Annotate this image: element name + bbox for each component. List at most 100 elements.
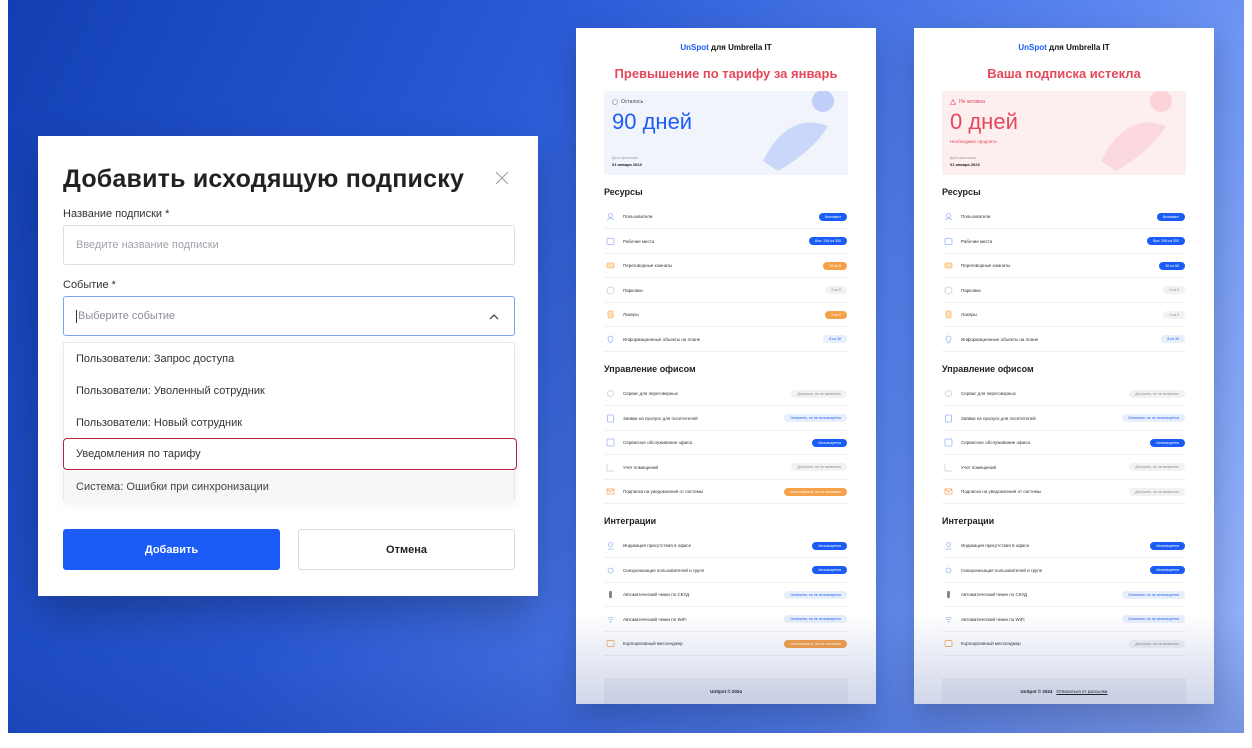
email-heading: Ваша подписка истекла [987,66,1141,81]
meeting-service-icon [945,390,952,397]
feature-label: Сервис для переговорных [961,391,1016,396]
feature-label: Рабочие места [961,238,993,244]
renew-note: Необходимо продлить [950,139,997,144]
decorative-shape-icon [1101,91,1172,171]
add-subscription-modal: Добавить исходящую подписку Название под… [38,136,538,596]
feature-row: Информационные объекты на плане 8 из 30 [942,328,1186,352]
cancel-button[interactable]: Отмена [298,529,515,570]
email-heading: Превышение по тарифу за январь [614,66,838,81]
feature-row: Сервисное обслуживание офиса Используется [604,431,848,455]
status-badge: Используется, но не оплачено [784,487,847,496]
email-footer: UnSpot © 2024 [604,678,848,704]
messenger-icon [944,640,953,647]
end-date-value: 01 января 2023 [612,162,642,167]
feature-row: Синхронизация пользователей и групп Испол… [604,559,848,583]
event-dropdown: Пользователи: Запрос доступа Пользовател… [63,342,517,503]
section-title: Интеграции [604,516,657,526]
feature-label: Сервис для переговорных [623,391,678,396]
chevron-up-icon[interactable] [488,311,500,323]
presence-icon [607,542,614,550]
messenger-icon [606,640,615,647]
warning-icon [950,99,956,105]
pass-icon [945,414,952,422]
users-icon [606,213,615,221]
feature-label: Переговорные комнаты [961,263,1011,268]
hero-status: Не активна [950,99,985,105]
feature-label: Пользователи [961,214,991,219]
service-icon [944,438,953,447]
option-sync-errors[interactable]: Система: Ошибки при синхронизации [64,471,514,503]
feature-row: Автоматический чекин по WiFi Оплачено, но… [942,608,1186,632]
status-badge: Используется [1150,438,1185,447]
add-button[interactable]: Добавить [63,529,280,570]
feature-row: Переговорные комнаты 10 из 6 [604,254,848,278]
status-badge: Используется, но не оплачено [784,639,847,648]
feature-label: Сервисное обслуживание офиса [623,440,692,445]
status-badge: Оплачено, но не используется [1122,414,1185,422]
section-title: Ресурсы [604,187,643,197]
mail-icon [944,488,953,495]
workplace-icon [944,237,953,245]
brand-accent: UnSpot [680,43,709,52]
subscription-name-input[interactable] [63,225,515,265]
status-badge: Все: 246 из 300 [809,237,847,245]
meeting-room-icon [606,262,615,269]
email-expired-preview: UnSpot для Umbrella IT Ваша подписка исте… [914,28,1214,704]
workplace-icon [606,237,615,245]
status-badge: Доступно, но не включено [791,389,847,398]
feature-row: Сервис для переговорных Доступно, но не в… [604,382,848,406]
status-badge: 0 из 0 [1163,310,1185,319]
event-select-placeholder: Выберите событие [78,310,176,322]
status-badge: Используется [1150,566,1185,574]
status-badge: 0 из 0 [825,286,847,294]
section-title: Управление офисом [942,364,1034,374]
feature-row: Пользователи Безлимит [942,205,1186,229]
footer-copyright: UnSpot © 2024 [1020,688,1053,694]
pass-icon [607,414,614,422]
locker-icon [607,310,614,319]
status-badge: Используется [812,566,847,574]
locker-icon [945,310,952,319]
close-icon[interactable] [495,171,509,185]
feature-row: Автоматический чекин по СКУД Оплачено, но… [604,583,848,607]
feature-row: Переговорные комнаты 30 из 66 [942,254,1186,278]
section-title: Управление офисом [604,364,696,374]
feature-label: Переговорные комнаты [623,263,673,268]
section-title: Интеграции [942,516,995,526]
option-tariff-notifications[interactable]: Уведомления по тарифу [63,438,517,470]
feature-label: Информационные объекты на плане [623,336,701,342]
feature-row: Автоматический чекин по WiFi Оплачено, но… [604,608,848,632]
status-badge: Безлимит [818,212,847,221]
rooms-icon [606,463,614,471]
sync-icon [607,567,614,573]
meeting-service-icon [607,390,614,397]
event-select[interactable]: Выберите событие [63,296,515,336]
status-badge: Оплачено, но не используется [784,615,847,623]
presence-icon [945,542,952,550]
option-access-request[interactable]: Пользователи: Запрос доступа [64,343,514,375]
option-new-employee[interactable]: Пользователи: Новый сотрудник [64,407,514,439]
feature-label: Информационные объекты на плане [961,336,1039,342]
email-footer: UnSpot © 2024 Отписаться от рассылки [942,678,1186,704]
feature-label: Автоматический чекин по СКУД [623,592,690,597]
parking-icon [944,286,953,294]
email-brand: UnSpot для Umbrella IT [914,43,1214,52]
end-date-label: Дата окончания [612,156,638,160]
feature-label: Заявки на пропуск для посетителей [961,415,1036,421]
feature-row: Информационные объекты на плане 8 из 30 [604,328,848,352]
status-badge: Используется [812,541,847,550]
end-date-value: 01 января 2023 [950,162,980,167]
sync-icon [945,567,952,573]
unsubscribe-link[interactable]: Отписаться от рассылки [1056,689,1107,694]
footer-copyright: UnSpot © 2024 [710,688,742,694]
brand-accent: UnSpot [1018,43,1047,52]
feature-label: Корпоративный мессенджер [961,641,1021,646]
brand-rest: для Umbrella IT [708,43,772,52]
feature-row: Индикация присутствия в офисе Используетс… [604,534,848,558]
status-badge: Доступно, но не включено [1129,487,1185,496]
feature-row: Сервис для переговорных Доступно, но не в… [942,382,1186,406]
option-fired-employee[interactable]: Пользователи: Уволенный сотрудник [64,375,514,407]
parking-icon [606,286,615,294]
feature-row: Учет помещений Доступно, но не включено [604,456,848,480]
hero-status: Осталось [612,99,643,105]
